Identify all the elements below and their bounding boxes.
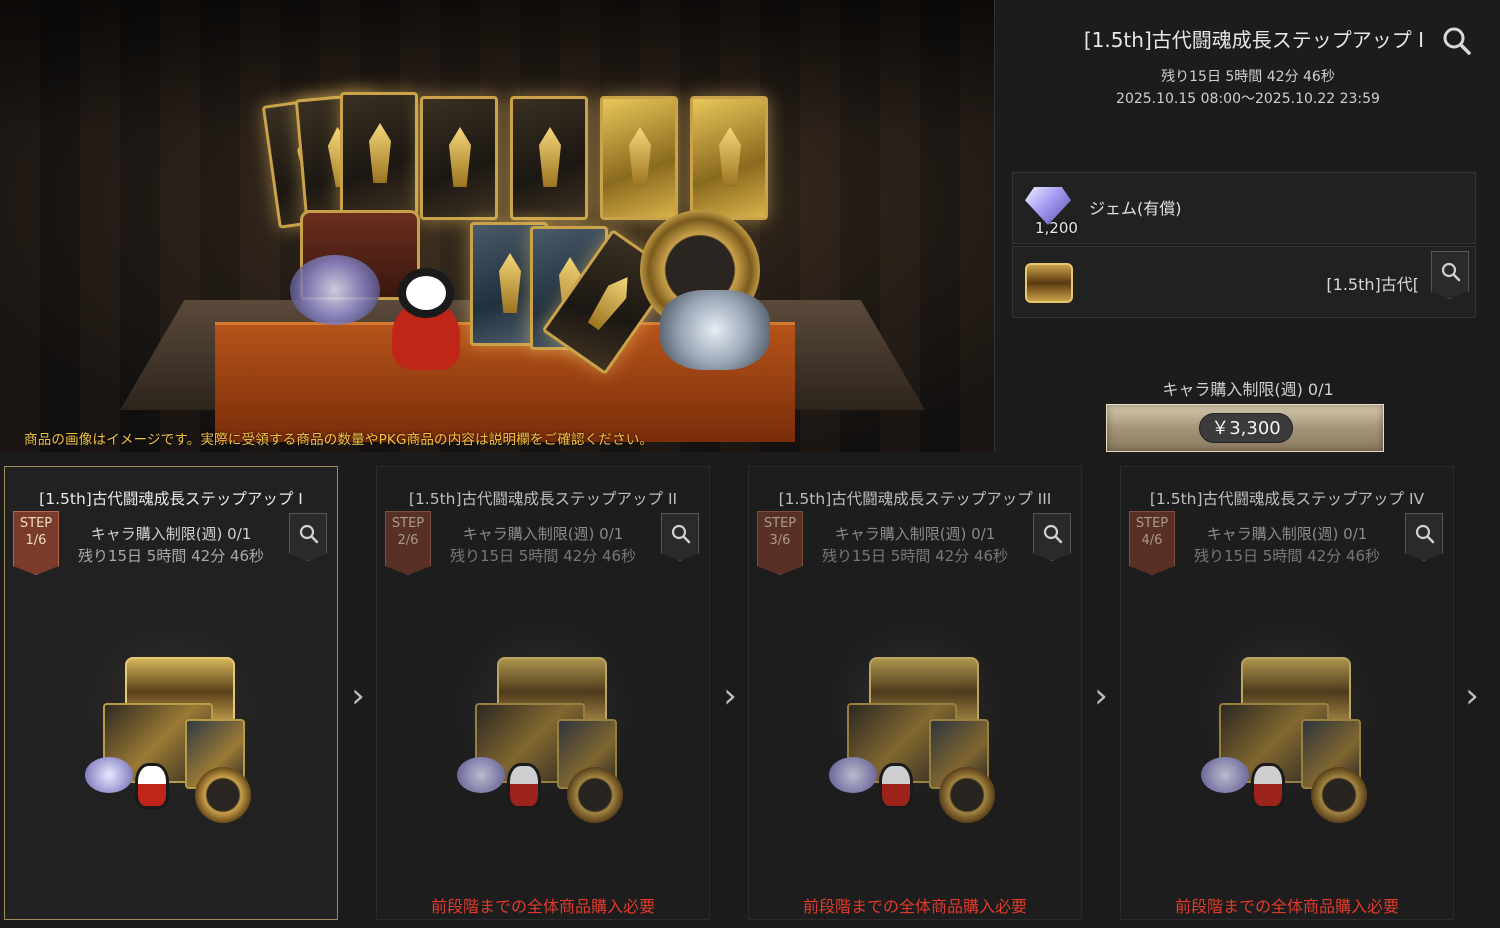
package-image xyxy=(457,657,637,832)
step-card-4[interactable]: [1.5th]古代闘魂成長ステップアップ IV STEP 4/6 キャラ購入制限… xyxy=(1120,466,1454,920)
step-search-button[interactable] xyxy=(1033,513,1071,561)
price-label: ￥3,300 xyxy=(1199,413,1293,443)
chevron-right-icon: › xyxy=(351,676,365,716)
step-remaining-time: 残り15日 5時間 42分 46秒 xyxy=(821,547,1009,565)
product-detail-panel: [1.5th]古代闘魂成長ステップアップ I 残り15日 5時間 42分 46秒… xyxy=(996,0,1500,458)
search-icon xyxy=(1043,524,1063,544)
step-card-2[interactable]: [1.5th]古代闘魂成長ステップアップ II STEP 2/6 キャラ購入制限… xyxy=(376,466,710,920)
step-search-button[interactable] xyxy=(1405,513,1443,561)
step-purchase-limit: キャラ購入制限(週) 0/1 xyxy=(1206,525,1368,543)
search-icon xyxy=(1415,524,1435,544)
cat-figure-image xyxy=(388,260,464,370)
step-purchase-limit: キャラ購入制限(週) 0/1 xyxy=(462,525,624,543)
step-list: [1.5th]古代闘魂成長ステップアップ I STEP 1/6 キャラ購入制限(… xyxy=(0,458,1500,928)
card-image xyxy=(600,96,678,220)
card-image xyxy=(690,96,768,220)
search-icon xyxy=(299,524,319,544)
step-title: [1.5th]古代闘魂成長ステップアップ I xyxy=(39,490,303,508)
purchase-limit: キャラ購入制限(週) 0/1 xyxy=(1162,380,1334,399)
remaining-time: 残り15日 5時間 42分 46秒 xyxy=(1161,69,1335,85)
step-title: [1.5th]古代闘魂成長ステップアップ II xyxy=(408,490,678,508)
step-search-button[interactable] xyxy=(661,513,699,561)
sale-period: 2025.10.15 08:00～2025.10.22 23:59 xyxy=(1116,91,1380,107)
package-image xyxy=(85,657,265,832)
reward-name: ジェム(有償) xyxy=(1089,199,1182,218)
silver-ore-image xyxy=(660,290,770,370)
search-icon xyxy=(671,524,691,544)
reward-item-gems[interactable]: ジェム(有償) 1,200 xyxy=(1012,172,1476,244)
search-icon xyxy=(1441,262,1461,282)
step-remaining-time: 残り15日 5時間 42分 46秒 xyxy=(449,547,637,565)
chevron-right-icon[interactable]: › xyxy=(1460,676,1484,716)
reward-item-chest[interactable]: [1.5th]古代[ xyxy=(1012,246,1476,318)
chevron-right-icon: › xyxy=(723,676,737,716)
step-warning: 前段階までの全体商品購入必要 xyxy=(430,897,655,916)
reward-name: [1.5th]古代[ xyxy=(1326,275,1419,294)
search-icon[interactable] xyxy=(1442,26,1472,56)
step-warning: 前段階までの全体商品購入必要 xyxy=(1174,897,1399,916)
package-image xyxy=(1201,657,1381,832)
product-banner: 商品の画像はイメージです。実際に受領する商品の数量やPKG商品の内容は説明欄をご… xyxy=(0,0,995,452)
card-image xyxy=(340,92,418,216)
step-remaining-time: 残り15日 5時間 42分 46秒 xyxy=(1193,547,1381,565)
product-title: [1.5th]古代闘魂成長ステップアップ I xyxy=(1083,28,1424,52)
reward-quantity: 1,200 xyxy=(1035,219,1078,237)
step-title: [1.5th]古代闘魂成長ステップアップ IV xyxy=(1149,490,1425,508)
step-warning: 前段階までの全体商品購入必要 xyxy=(802,897,1027,916)
step-card-3[interactable]: [1.5th]古代闘魂成長ステップアップ III STEP 3/6 キャラ購入制… xyxy=(748,466,1082,920)
step-search-button[interactable] xyxy=(289,513,327,561)
step-title: [1.5th]古代闘魂成長ステップアップ III xyxy=(778,490,1052,508)
chevron-right-icon: › xyxy=(1094,676,1108,716)
step-card-1[interactable]: [1.5th]古代闘魂成長ステップアップ I STEP 1/6 キャラ購入制限(… xyxy=(4,466,338,920)
step-remaining-time: 残り15日 5時間 42分 46秒 xyxy=(77,547,265,565)
package-image xyxy=(829,657,1009,832)
banner-disclaimer: 商品の画像はイメージです。実際に受領する商品の数量やPKG商品の内容は説明欄をご… xyxy=(24,432,654,448)
step-purchase-limit: キャラ購入制限(週) 0/1 xyxy=(90,525,252,543)
reward-search-button[interactable] xyxy=(1431,251,1469,299)
step-purchase-limit: キャラ購入制限(週) 0/1 xyxy=(834,525,996,543)
treasure-chest-icon xyxy=(1025,263,1073,303)
card-image xyxy=(510,96,588,220)
buy-button[interactable]: ￥3,300 xyxy=(1106,404,1384,452)
card-image xyxy=(420,96,498,220)
gems-image xyxy=(290,255,380,325)
